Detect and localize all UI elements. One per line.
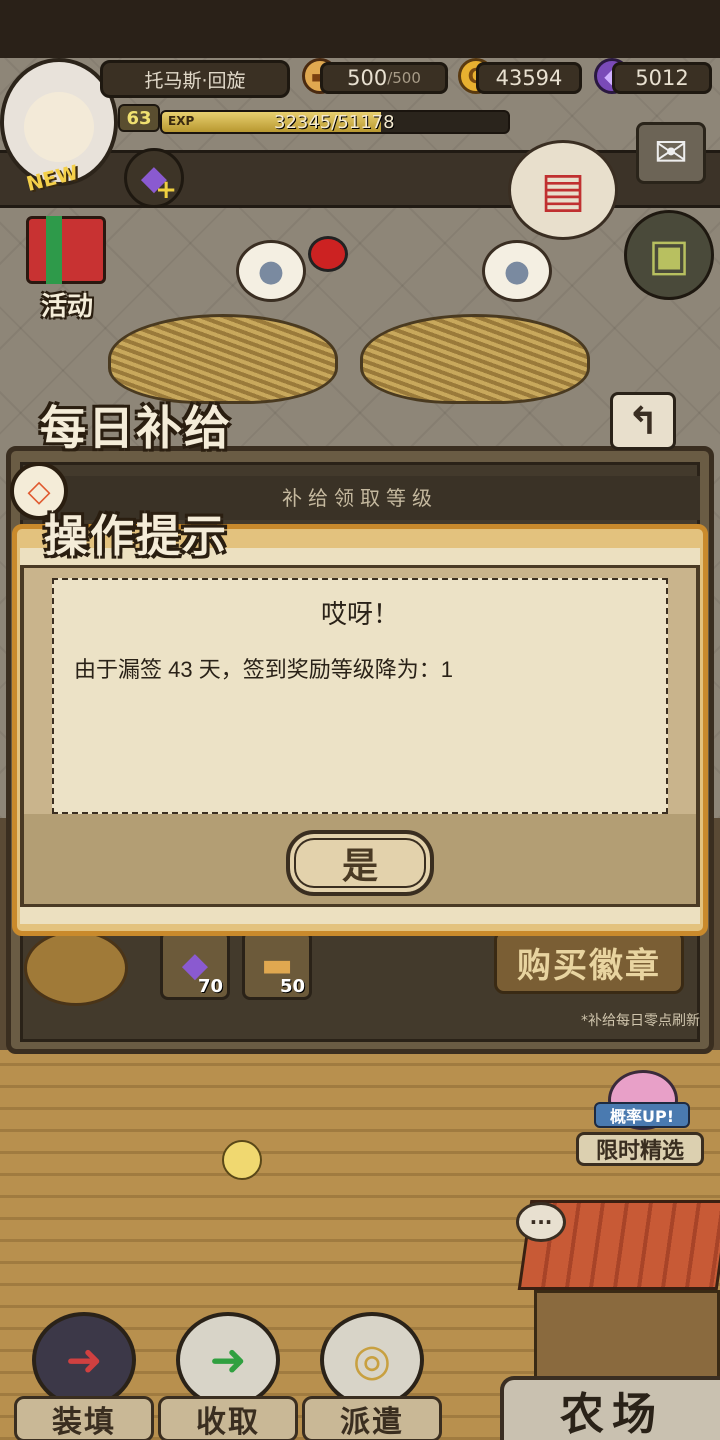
confirm-button[interactable]: 是 (286, 830, 434, 896)
chick-icon[interactable] (222, 1140, 262, 1180)
dialog-heading: 哎呀！ (320, 599, 399, 629)
event-button[interactable]: 活动 (10, 208, 120, 328)
gold-counter[interactable]: 43594 (476, 62, 582, 94)
exp-value: 32345/51178 (274, 112, 395, 133)
limited-selection-label: 限时精选 (576, 1132, 704, 1166)
backpack-icon[interactable]: ▣ (624, 210, 714, 300)
dialog-title: 操作提示 (44, 511, 228, 562)
collect-arrow-icon: ➜ (176, 1312, 280, 1408)
reward-gem-qty: 70 (197, 976, 223, 997)
gift-icon (26, 216, 106, 284)
plus-icon: + (155, 175, 177, 205)
load-label: 装填 (14, 1396, 154, 1440)
mail-icon[interactable]: ✉ (636, 122, 706, 184)
bread-counter[interactable]: 500/500 (320, 62, 448, 94)
reward-bread-slot[interactable]: ▬ 50 (242, 930, 312, 1000)
daily-supply-title: 每日补给 (40, 401, 232, 455)
egg-bubble-icon[interactable]: ● (236, 240, 306, 302)
player-level: 63 (118, 104, 160, 132)
gift-ribbon (46, 216, 62, 284)
coin-stack-icon: ◎ (320, 1312, 424, 1408)
bread-max: /500 (387, 69, 421, 87)
nest-right[interactable] (360, 314, 590, 404)
exp-bar: EXP 32345/51178 (160, 110, 510, 134)
dispatch-button[interactable]: ◎ 派遣 (302, 1312, 442, 1440)
barn-body (534, 1290, 720, 1390)
top-dark-strip (0, 0, 720, 58)
gold-value: 43594 (495, 66, 563, 90)
refresh-note: *补给每日零点刷新 (581, 1013, 700, 1029)
collect-button[interactable]: ➜ 收取 (158, 1312, 298, 1440)
probability-up-badge: 概率UP! (594, 1102, 690, 1128)
gem-counter[interactable]: 5012 (612, 62, 712, 94)
limited-selection-button[interactable]: 概率UP! 限时精选 (568, 1070, 710, 1170)
dialog-rail-bottom (20, 904, 700, 924)
dispatch-label: 派遣 (302, 1396, 442, 1440)
player-name: 托马斯·回旋 (100, 60, 290, 98)
back-button[interactable]: ↰ (610, 392, 676, 450)
nest-left[interactable] (108, 314, 338, 404)
egg-bubble-icon[interactable]: ● (482, 240, 552, 302)
load-arrow-icon: ➜ (32, 1312, 136, 1408)
gem-value: 5012 (635, 66, 689, 90)
buy-badge-button[interactable]: 购买徽章 (494, 930, 684, 994)
ladybug-icon (308, 236, 348, 272)
quest-scroll-icon[interactable]: ▤ (508, 140, 618, 240)
reward-bread-qty: 50 (279, 976, 305, 997)
exp-label: EXP (168, 114, 195, 128)
confirm-label: 是 (341, 845, 378, 887)
collect-label: 收取 (158, 1396, 298, 1440)
add-gem-button[interactable]: ◆ + (124, 148, 184, 208)
coin-pile-image (24, 930, 128, 1006)
event-label: 活动 (40, 292, 93, 322)
dialog-message: 由于漏签 43 天，签到奖励等级降为：1 (74, 657, 453, 682)
reward-gem-slot[interactable]: ◆ 70 (160, 930, 230, 1000)
load-button[interactable]: ➜ 装填 (14, 1312, 154, 1440)
bread-value: 500 (347, 66, 388, 90)
farm-button[interactable]: 农场 (500, 1376, 720, 1440)
chat-bubble-icon[interactable]: ··· (516, 1202, 566, 1242)
avatar-face (24, 92, 94, 162)
